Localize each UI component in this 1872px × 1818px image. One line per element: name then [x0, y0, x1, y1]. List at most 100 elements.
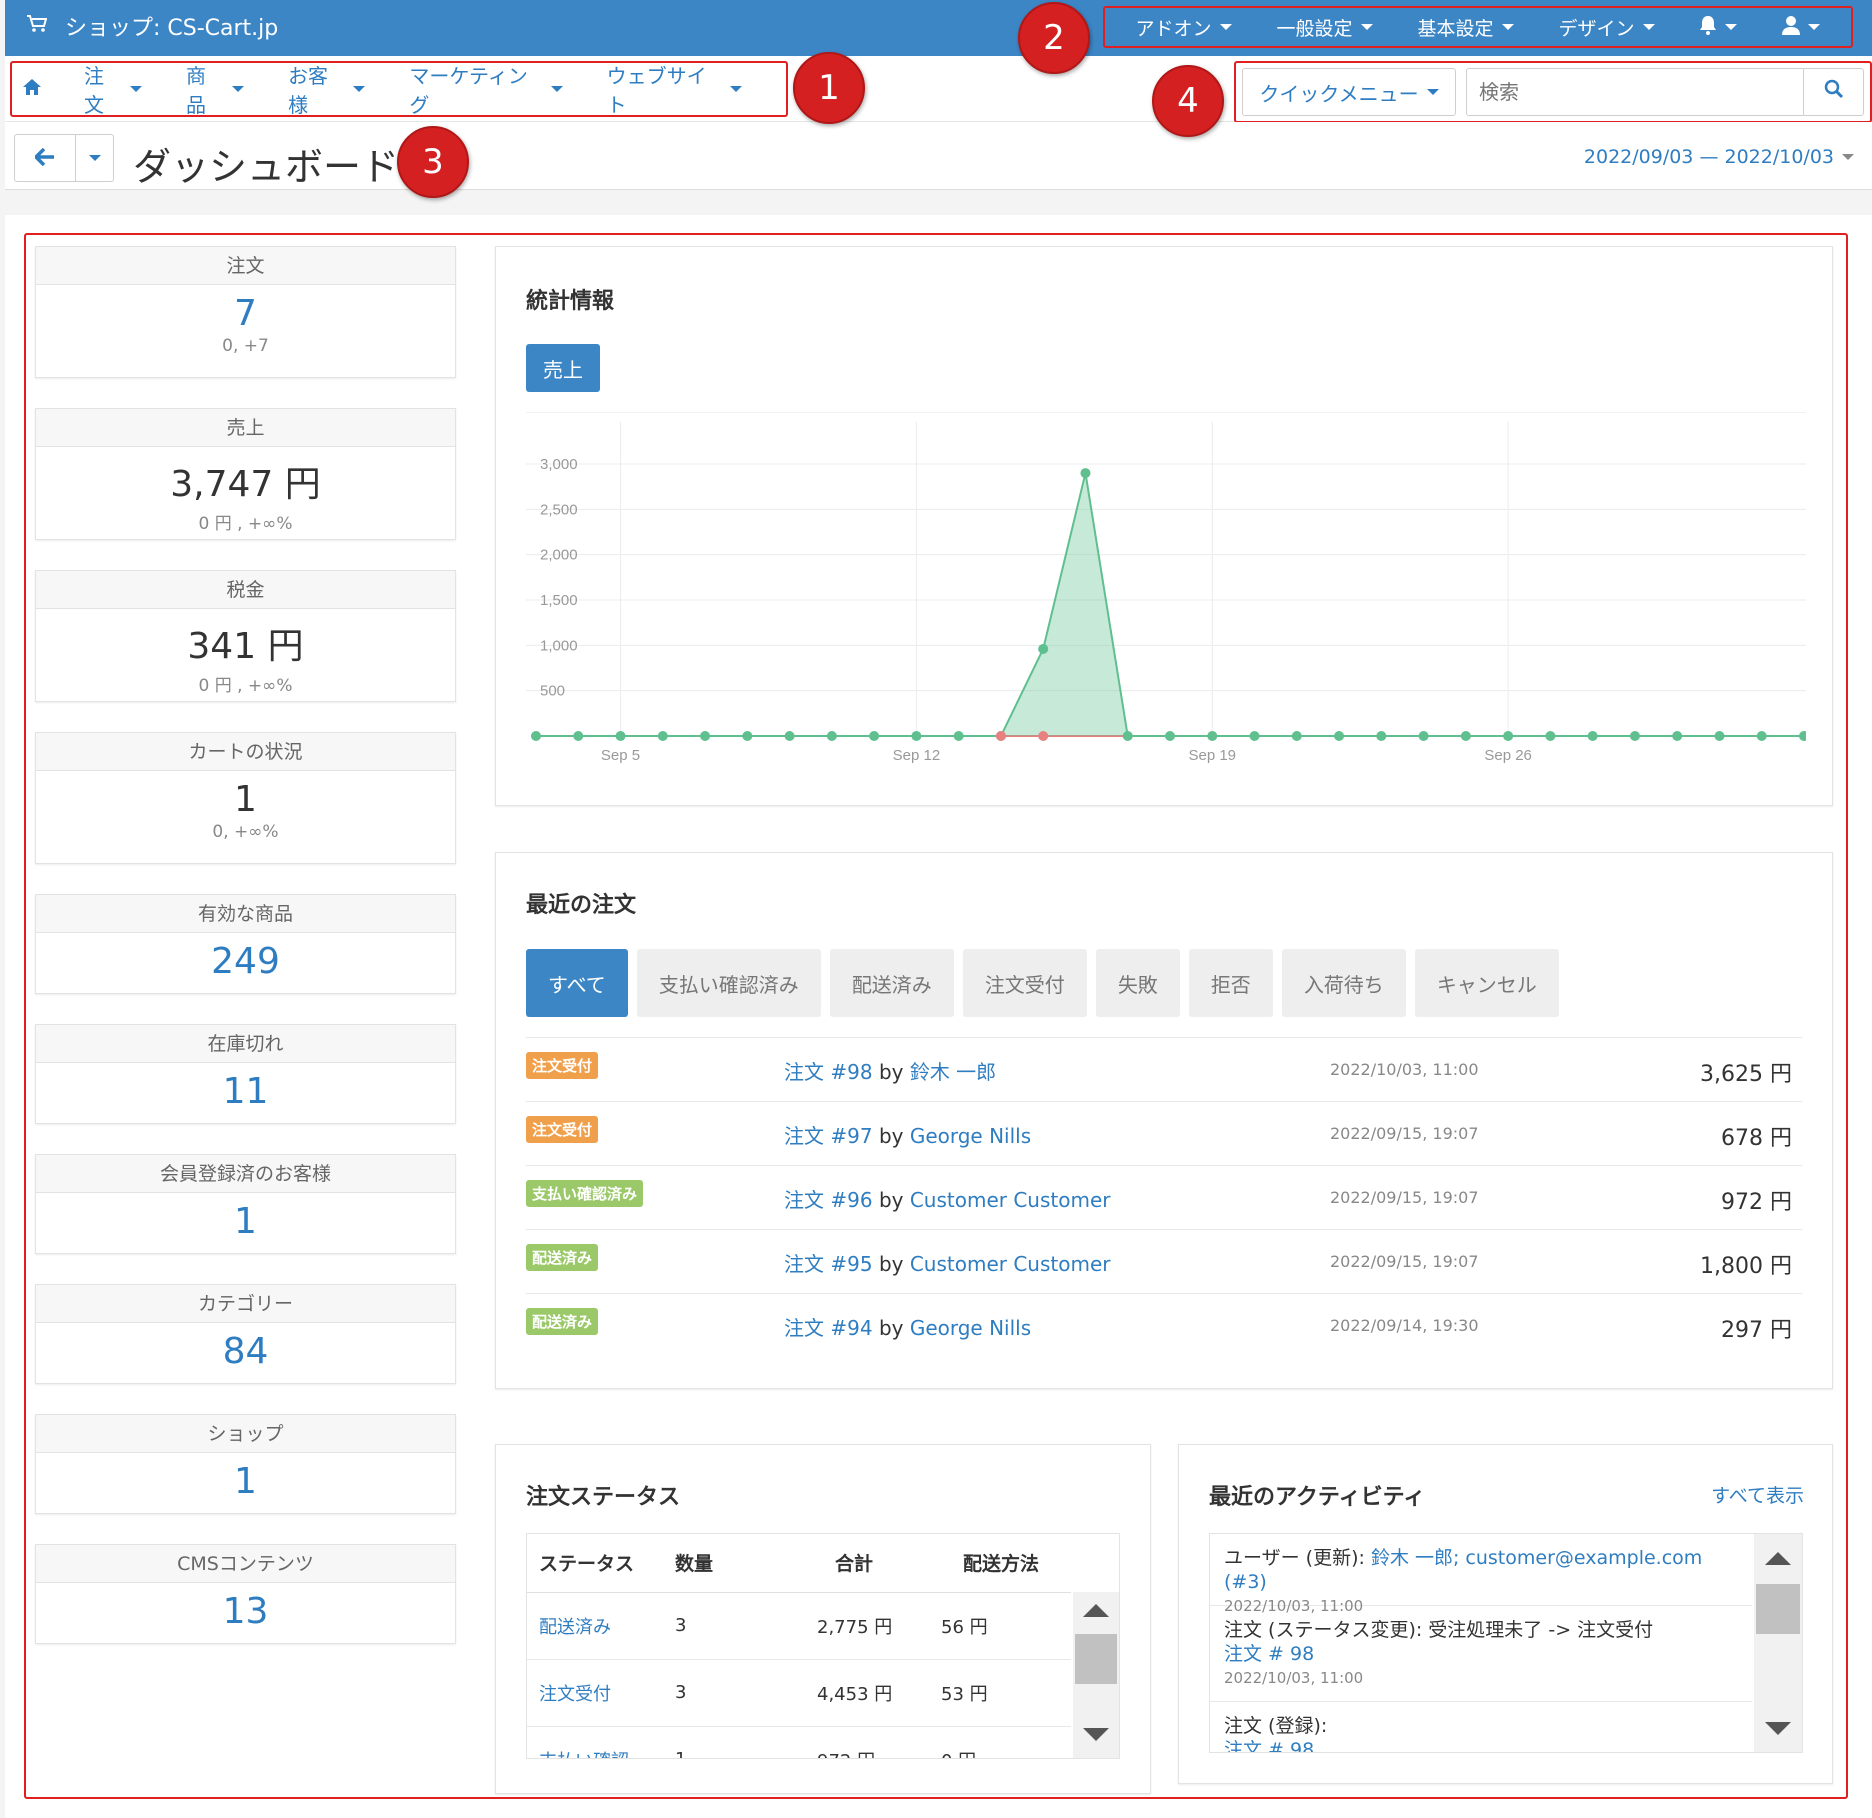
activity-link[interactable]: 注文 # 98: [1224, 1642, 1738, 1666]
scrollbar-thumb[interactable]: [1075, 1634, 1117, 1684]
data-point: [953, 731, 964, 741]
customer-link[interactable]: 鈴木 一郎: [910, 1060, 996, 1084]
order-status-table-wrap[interactable]: ステータス 数量 合計 配送方法 配送済み 3 2,775 円 56 円 注文受…: [526, 1533, 1120, 1759]
history-dropdown[interactable]: [76, 134, 114, 182]
stat-label: 注文: [36, 247, 455, 285]
nav-customers[interactable]: お客様: [288, 60, 366, 118]
nav-website[interactable]: ウェブサイト: [607, 60, 742, 118]
menu-basic-settings[interactable]: 基本設定: [1417, 14, 1514, 41]
chevron-down-icon: [232, 86, 245, 92]
back-button[interactable]: [14, 134, 76, 182]
tab-canceled[interactable]: キャンセル: [1414, 949, 1559, 1017]
stat-card-orders[interactable]: 注文 7 0, +7: [35, 246, 456, 378]
data-point: [531, 731, 541, 741]
view-all-link[interactable]: すべて表示: [1711, 1481, 1804, 1508]
bell-icon: [1699, 15, 1717, 40]
menu-general-settings-label: 一般設定: [1276, 17, 1353, 40]
by-label: by: [878, 1316, 904, 1340]
data-point: [615, 731, 626, 741]
scroll-up-icon: [1083, 1604, 1109, 1617]
order-link[interactable]: 注文 #96: [784, 1188, 873, 1212]
status-badge: 注文受付: [526, 1052, 599, 1079]
date-range-picker[interactable]: 2022/09/03 — 2022/10/03: [1584, 146, 1854, 168]
sales-tab-button[interactable]: 売上: [526, 344, 600, 392]
stat-label: 有効な商品: [36, 895, 455, 933]
order-link[interactable]: 注文 #97: [784, 1124, 873, 1148]
user-menu-button[interactable]: [1782, 15, 1821, 40]
stat-card-categories[interactable]: カテゴリー 84: [35, 1284, 456, 1384]
stat-card-carts[interactable]: カートの状況 1 0, +∞%: [35, 732, 456, 864]
customer-link[interactable]: George Nills: [910, 1316, 1031, 1340]
callout-2: 2: [1018, 2, 1090, 74]
customer-link[interactable]: Customer Customer: [910, 1252, 1111, 1276]
stat-label: ショップ: [36, 1415, 455, 1453]
search-input[interactable]: [1467, 69, 1803, 115]
tab-shipped[interactable]: 配送済み: [829, 949, 954, 1017]
stat-sub: 0, +7: [222, 336, 269, 356]
data-point: [1165, 731, 1175, 741]
y-tick-label: 1,000: [540, 637, 578, 654]
status-link[interactable]: 配送済み: [527, 1592, 675, 1660]
stat-card-active-products[interactable]: 有効な商品 249: [35, 894, 456, 994]
shipping-cell: 56 円: [931, 1592, 1071, 1660]
status-link[interactable]: 注文受付: [527, 1659, 675, 1727]
status-badge: 支払い確認済み: [526, 1180, 644, 1207]
tab-declined[interactable]: 拒否: [1188, 949, 1273, 1017]
order-link[interactable]: 注文 #95: [784, 1252, 873, 1276]
stat-card-cms-content[interactable]: CMSコンテンツ 13: [35, 1544, 456, 1644]
tab-failed[interactable]: 失敗: [1095, 949, 1180, 1017]
stat-value: 1: [234, 1461, 257, 1502]
tab-all[interactable]: すべて: [526, 949, 628, 1017]
col-total: 合計: [777, 1534, 931, 1593]
status-link[interactable]: 支払い確認: [527, 1726, 675, 1758]
stat-card-out-of-stock[interactable]: 在庫切れ 11: [35, 1024, 456, 1124]
stat-sub: 0 円 , +∞%: [198, 514, 293, 534]
scroll-down-icon: [1765, 1722, 1791, 1735]
stat-label: 会員登録済のお客様: [36, 1155, 455, 1193]
back-button-group: [14, 134, 114, 182]
col-qty: 数量: [675, 1534, 777, 1593]
order-row: 注文受付 注文 #98 by 鈴木 一郎 2022/10/03, 11:00 3,62…: [526, 1037, 1802, 1101]
nav-marketing[interactable]: マーケティング: [409, 60, 563, 118]
order-row: 配送済み 注文 #94 by George Nills 2022/09/14, 19…: [526, 1293, 1802, 1357]
stat-card-tax[interactable]: 税金 341 円 0 円 , +∞%: [35, 570, 456, 702]
activity-list[interactable]: ユーザー (更新): 鈴木 一郎; customer@example.com (…: [1209, 1533, 1803, 1753]
search-button[interactable]: [1803, 69, 1863, 115]
order-link[interactable]: 注文 #94: [784, 1316, 873, 1340]
stat-card-registered-customers[interactable]: 会員登録済のお客様 1: [35, 1154, 456, 1254]
shop-switcher[interactable]: ショップ: CS-Cart.jp: [27, 10, 278, 42]
data-point: [1503, 731, 1514, 741]
customer-link[interactable]: Customer Customer: [910, 1188, 1111, 1212]
notifications-button[interactable]: [1699, 15, 1738, 40]
nav-orders[interactable]: 注文: [84, 60, 143, 118]
order-amount: 297 円: [1721, 1318, 1792, 1343]
menu-design[interactable]: デザイン: [1558, 14, 1655, 41]
stat-card-sales[interactable]: 売上 3,747 円 0 円 , +∞%: [35, 408, 456, 540]
sales-chart: 500 1,000 1,500 2,000 2,500 3,000 Sep 5 Sep 12 S…: [526, 412, 1806, 764]
order-date: 2022/09/14, 19:30: [1330, 1316, 1479, 1335]
activity-scrollbar[interactable]: [1754, 1534, 1802, 1752]
menu-general-settings[interactable]: 一般設定: [1276, 14, 1373, 41]
nav-products[interactable]: 商品: [186, 60, 245, 118]
search-box: [1466, 68, 1864, 116]
order-date: 2022/09/15, 19:07: [1330, 1252, 1479, 1271]
stat-card-shops[interactable]: ショップ 1: [35, 1414, 456, 1514]
order-link[interactable]: 注文 #98: [784, 1060, 873, 1084]
data-point: [1080, 468, 1091, 479]
activity-link[interactable]: 注文 # 98: [1224, 1738, 1738, 1752]
scrollbar-thumb[interactable]: [1756, 1584, 1800, 1634]
tab-paid[interactable]: 支払い確認済み: [636, 949, 821, 1017]
order-row: 注文受付 注文 #97 by George Nills 2022/09/15, 19…: [526, 1101, 1802, 1165]
home-icon[interactable]: [22, 77, 42, 101]
stat-label: 税金: [36, 571, 455, 609]
quick-menu-button[interactable]: クイックメニュー: [1242, 68, 1456, 116]
tab-backordered[interactable]: 入荷待ち: [1281, 949, 1406, 1017]
order-link-group: 注文 #95 by Customer Customer: [784, 1248, 1110, 1277]
chevron-down-icon: [1725, 24, 1738, 30]
customer-link[interactable]: George Nills: [910, 1124, 1031, 1148]
chevron-down-icon: [730, 86, 742, 92]
qty-cell: 1: [675, 1726, 777, 1758]
menu-addons[interactable]: アドオン: [1135, 14, 1232, 41]
order-status-scrollbar[interactable]: [1073, 1592, 1119, 1758]
tab-accepted[interactable]: 注文受付: [962, 949, 1087, 1017]
